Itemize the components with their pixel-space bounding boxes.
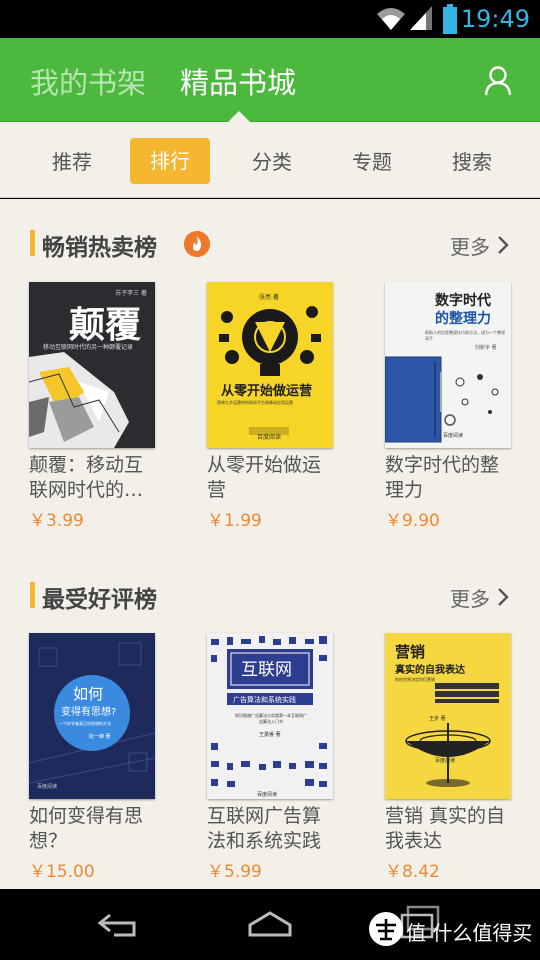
book-title-line: 互联网广告算 — [207, 805, 322, 827]
signal-icon — [410, 6, 432, 30]
fire-icon — [184, 231, 210, 257]
book-cover[interactable]: 数字时代 的整理力 帮助人的信息整理技巧和方法，成为一个整理高手 刘新宇 著 百… — [385, 282, 511, 448]
cover-publisher: 百度阅读 — [443, 433, 464, 439]
section-title-bestseller: 畅销热卖榜 — [42, 235, 157, 261]
cover-author: 张亮 著 — [259, 294, 279, 301]
category-tabs: 推荐 排行 分类 专题 搜索 — [0, 122, 540, 198]
tab-topics[interactable]: 专题 — [352, 146, 392, 175]
book-title[interactable]: 互联网广告算 法和系统实践 — [207, 804, 347, 854]
cover-title: 颠覆 — [69, 305, 142, 346]
cover-publisher: 百度阅读 — [37, 784, 58, 790]
tab-ranking[interactable]: 排行 — [130, 138, 210, 184]
book-cover[interactable]: 苏子李三 著 颠覆 移动互联网时代的另一种颠覆记录 — [29, 282, 155, 448]
more-link-bestseller[interactable]: 更多 — [450, 231, 490, 260]
app-header: 我的书架 精品书城 — [0, 38, 540, 122]
back-icon[interactable] — [96, 909, 144, 939]
chevron-right-icon[interactable] — [496, 235, 510, 255]
section-title-top-rated: 最受好评榜 — [42, 587, 157, 613]
cover-subtitle: 移动互联网时代的另一种颠覆记录 — [43, 344, 134, 351]
tab-recommend[interactable]: 推荐 — [52, 146, 92, 175]
cover-author: 阮一峰 著 — [89, 734, 111, 740]
book-cover[interactable]: 营销 真实的自我表达 你的世界决定你们营销 王步 著 百度阅读 — [385, 633, 511, 799]
book-price: ￥3.99 — [29, 511, 84, 531]
cover-publisher: 百度阅读 — [257, 792, 278, 798]
book-title-line: 想？ — [29, 830, 68, 852]
tab-bookstore[interactable]: 精品书城 — [180, 60, 296, 102]
tab-my-bookshelf[interactable]: 我的书架 — [30, 60, 146, 102]
cover-title: 如何 — [73, 685, 104, 703]
system-nav-bar: 值 什么值得买 — [0, 889, 540, 960]
tab-search[interactable]: 搜索 — [452, 146, 492, 175]
battery-icon — [443, 4, 457, 34]
section-marker — [30, 582, 35, 608]
book-title[interactable]: 如何变得有思 想？ — [29, 804, 169, 854]
cover-publisher: 百度阅读 — [257, 434, 282, 441]
active-tab-pointer — [228, 111, 250, 122]
book-title-line: 从零开始做运 — [207, 454, 322, 476]
book-title-line: 营 — [207, 479, 227, 501]
book-title[interactable]: 从零开始做运 营 — [207, 453, 347, 503]
book-price: ￥1.99 — [207, 511, 262, 531]
cover-author: 王勇睿 著 — [259, 732, 281, 738]
smzdm-logo-icon — [369, 912, 403, 946]
book-cover-art — [405, 683, 499, 787]
book-cover[interactable]: 如何 变得有思想? 一个好学者真正的思想的方法 阮一峰 著 百度阅读 — [29, 633, 155, 799]
status-bar: 19:49 — [0, 0, 540, 38]
book-title-line: 营销 真实的自 — [385, 805, 506, 827]
book-title-line: 如何变得有思 — [29, 805, 144, 827]
book-title-line: 理力 — [385, 479, 424, 501]
cover-title: 互联网 — [241, 660, 292, 680]
book-cover-art — [385, 356, 499, 443]
book-cover-art — [219, 306, 321, 435]
cover-title: 从零开始做运营 — [221, 384, 313, 399]
wifi-icon — [377, 8, 405, 30]
book-cover[interactable]: 互联网 广告算法和系统实践 知识图谱广告算法与实践第一本互联网广告算法入门书 王… — [207, 633, 333, 799]
home-icon[interactable] — [246, 909, 294, 939]
cover-publisher: 百度阅读 — [435, 758, 456, 764]
book-title-line: 我表达 — [385, 830, 443, 852]
cover-subtitle: 一个好学者真正的思想的方法 — [59, 721, 111, 726]
book-cover[interactable]: 张亮 著 从零开始做运营 简单九步运营你的网站平台和移动应用运营 百度阅读 — [207, 282, 333, 448]
cover-subtitle: 广告算法和系统实践 — [233, 696, 296, 704]
book-price: ￥5.99 — [207, 862, 262, 882]
book-price: ￥8.42 — [385, 862, 440, 882]
more-link-top-rated[interactable]: 更多 — [450, 583, 490, 612]
book-title-line: 联网时代的… — [29, 479, 144, 501]
book-title[interactable]: 数字时代的整 理力 — [385, 453, 525, 503]
cover-subtitle: 简单九步运营你的网站平台和移动应用运营 — [217, 400, 293, 405]
tab-category[interactable]: 分类 — [252, 146, 292, 175]
book-title-line: 数字时代的整 — [385, 454, 500, 476]
chevron-right-icon[interactable] — [496, 587, 510, 607]
cover-title: 变得有思想? — [61, 707, 117, 718]
book-price: ￥9.90 — [385, 511, 440, 531]
book-title[interactable]: 颠覆：移动互 联网时代的… — [29, 453, 169, 503]
ranking-content: 畅销热卖榜 更多 苏子李三 著 颠覆 移动互联网时代的另一种颠覆记录 颠覆：移动… — [0, 199, 540, 889]
cover-description: 知识图谱广告算法与实践第一本互联网广告算法入门书 — [235, 713, 307, 724]
book-price: ￥15.00 — [29, 862, 95, 882]
clock: 19:49 — [460, 5, 530, 33]
book-title-line: 颠覆：移动互 — [29, 454, 144, 476]
watermark-text: 值 什么值得买 — [406, 921, 533, 945]
section-marker — [30, 230, 35, 256]
book-title-line: 法和系统实践 — [207, 830, 322, 852]
user-icon[interactable] — [484, 66, 512, 96]
book-title[interactable]: 营销 真实的自 我表达 — [385, 804, 525, 854]
